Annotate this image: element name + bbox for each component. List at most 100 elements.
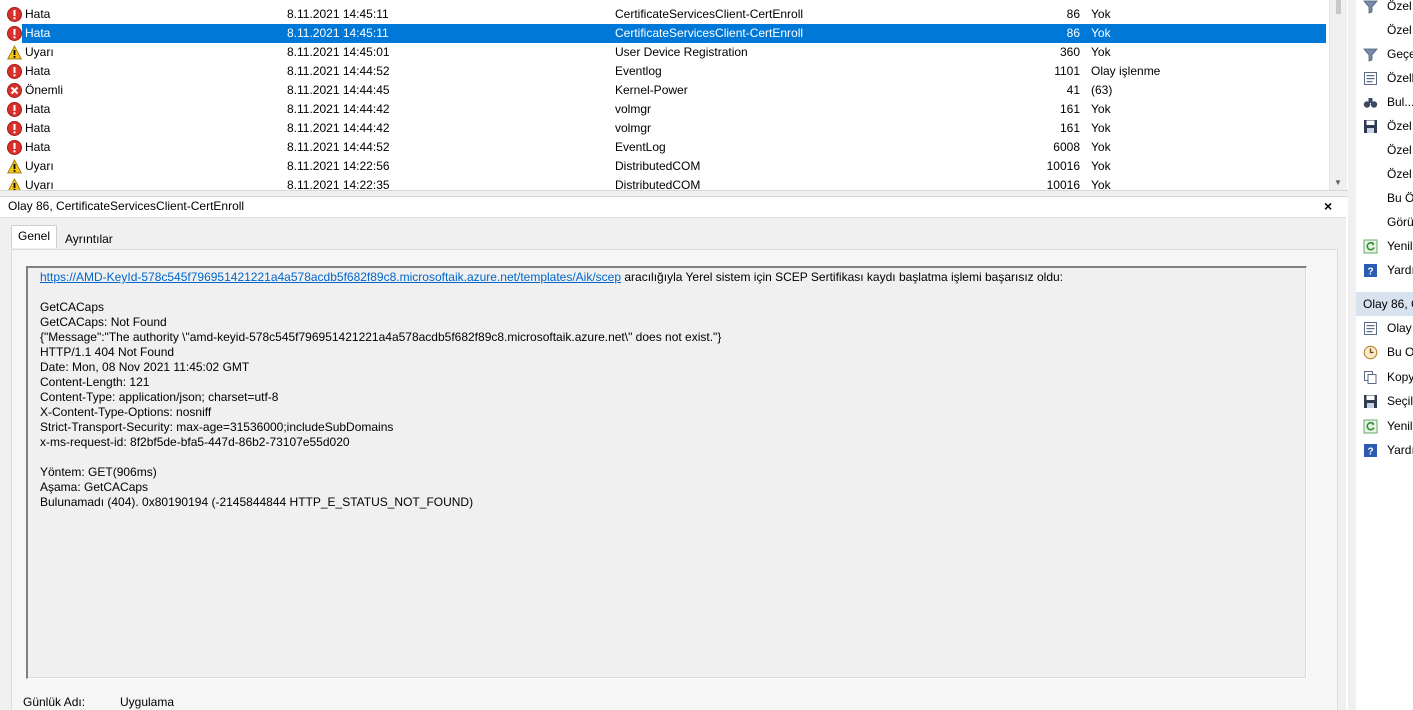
action-item[interactable]: Bu O — [1356, 340, 1413, 364]
event-row[interactable]: Önemli 8.11.2021 14:44:45 Kernel-Power 41 (6… — [0, 81, 1329, 100]
message-line: x-ms-request-id: 8f2bf5de-bfa5-447d-86b2… — [40, 435, 350, 449]
action-item[interactable]: ? Yardı — [1356, 258, 1413, 282]
event-date: 8.11.2021 14:22:56 — [287, 159, 390, 173]
properties-icon — [1363, 70, 1378, 85]
event-detail-header: Olay 86, CertificateServicesClient-CertE… — [0, 197, 1346, 216]
event-id: 6008 — [1053, 140, 1080, 154]
event-message-box[interactable]: https://AMD-KeyId-578c545f796951421221a4… — [26, 266, 1307, 679]
action-label: Geçe — [1387, 47, 1413, 61]
action-item[interactable]: Özel — [1356, 0, 1413, 18]
event-id: 86 — [1066, 26, 1080, 40]
message-first-line-text: aracılığıyla Yerel sistem için SCEP Sert… — [621, 270, 1064, 284]
action-item[interactable]: Görü — [1356, 210, 1413, 234]
event-date: 8.11.2021 14:44:42 — [287, 102, 390, 116]
event-row[interactable]: Hata 8.11.2021 14:45:11 CertificateService… — [0, 24, 1329, 43]
close-icon[interactable]: × — [1324, 197, 1332, 216]
action-item[interactable]: ? Yardı — [1356, 438, 1413, 462]
event-row[interactable]: Hata 8.11.2021 14:44:42 volmgr 161 Yok — [0, 100, 1329, 119]
main-area: Hata 8.11.2021 14:45:11 CertificateService… — [0, 0, 1348, 710]
action-item[interactable]: Olay — [1356, 316, 1413, 340]
message-line: GetCACaps — [40, 300, 105, 314]
action-label: Özel — [1387, 143, 1412, 157]
action-item[interactable]: Seçil — [1356, 389, 1413, 413]
refresh-icon — [1363, 238, 1378, 254]
event-row[interactable]: Hata 8.11.2021 14:45:11 CertificateService… — [0, 5, 1329, 24]
event-row[interactable]: Hata 8.11.2021 14:44:52 Eventlog 1101 Olay i… — [0, 62, 1329, 81]
scroll-down-arrow-icon[interactable]: ▼ — [1334, 178, 1342, 187]
event-id: 41 — [1066, 83, 1080, 97]
event-task-category: Yok — [1091, 26, 1111, 40]
error-icon — [7, 140, 22, 155]
message-line: HTTP/1.1 404 Not Found — [40, 345, 175, 359]
event-id: 1101 — [1054, 64, 1080, 78]
action-label: Özell — [1387, 71, 1413, 85]
tab-general[interactable]: Genel — [11, 225, 58, 248]
action-label: Yenil — [1387, 239, 1413, 253]
event-row[interactable]: Uyarı 8.11.2021 14:45:01 User Device Regis… — [0, 43, 1329, 62]
action-item[interactable]: Bu Ö — [1356, 186, 1413, 210]
event-level: Uyarı — [25, 159, 54, 173]
event-date: 8.11.2021 14:45:11 — [287, 7, 389, 21]
event-id: 86 — [1066, 7, 1080, 21]
error-icon — [7, 64, 22, 79]
scep-url-link[interactable]: https://AMD-KeyId-578c545f796951421221a4… — [40, 270, 621, 284]
message-line: Date: Mon, 08 Nov 2021 11:45:02 GMT — [40, 360, 250, 374]
binoculars-icon — [1363, 94, 1378, 109]
actions-section-event[interactable]: Olay 86, C — [1356, 292, 1413, 316]
log-name-row: Günlük Adı: Uygulama — [23, 695, 174, 709]
action-item[interactable]: Özel — [1356, 138, 1413, 162]
event-list-scrollbar[interactable]: ▼ — [1329, 0, 1347, 190]
svg-text:?: ? — [1367, 267, 1373, 278]
action-item[interactable]: Kopy — [1356, 365, 1413, 389]
action-label: Özel — [1387, 119, 1412, 133]
action-label: Bu Ö — [1387, 191, 1413, 205]
action-label: Bul... — [1387, 95, 1413, 109]
task-icon — [1363, 344, 1378, 360]
action-label: Yardı — [1387, 263, 1413, 277]
event-row[interactable]: Hata 8.11.2021 14:44:52 EventLog 6008 Yok — [0, 138, 1329, 157]
event-id: 161 — [1059, 102, 1080, 116]
filter-icon — [1363, 46, 1378, 62]
action-item[interactable]: Geçe — [1356, 42, 1413, 66]
event-source: DistributedCOM — [615, 159, 701, 173]
action-item[interactable]: Yenil — [1356, 234, 1413, 258]
scrollbar-thumb[interactable] — [1336, 0, 1341, 14]
event-level: Uyarı — [25, 178, 54, 190]
action-label: Yardı — [1387, 443, 1413, 457]
action-label: Kopy — [1387, 369, 1413, 384]
error-icon — [7, 102, 22, 117]
event-source: User Device Registration — [615, 45, 748, 59]
event-id: 161 — [1059, 121, 1080, 135]
event-task-category: Olay işlenme — [1091, 64, 1161, 78]
event-level: Hata — [25, 121, 51, 135]
event-task-category: Yok — [1091, 121, 1111, 135]
action-label: Özel — [1387, 0, 1412, 13]
event-row[interactable]: Hata 8.11.2021 14:44:42 volmgr 161 Yok — [0, 119, 1329, 138]
action-item[interactable]: Yenil — [1356, 414, 1413, 438]
event-row[interactable]: Uyarı 8.11.2021 14:22:56 DistributedCOM 100… — [0, 157, 1329, 176]
pane-splitter[interactable] — [0, 190, 1348, 197]
action-item[interactable]: Özel — [1356, 114, 1413, 138]
action-item[interactable]: Özel — [1356, 18, 1413, 42]
event-row[interactable]: Uyarı 8.11.2021 14:22:35 DistributedCOM 100… — [0, 176, 1329, 190]
error-icon — [7, 7, 22, 22]
event-detail-title: Olay 86, CertificateServicesClient-CertE… — [8, 199, 245, 213]
action-item[interactable]: Özel — [1356, 162, 1413, 186]
save-icon — [1363, 118, 1378, 133]
action-item[interactable]: Özell — [1356, 66, 1413, 90]
event-source: EventLog — [615, 140, 666, 154]
event-date: 8.11.2021 14:44:45 — [287, 83, 390, 97]
message-line: Content-Length: 121 — [40, 375, 150, 389]
action-item[interactable]: Bul... — [1356, 90, 1413, 114]
warning-icon — [7, 178, 22, 190]
warning-icon — [7, 45, 22, 60]
event-source: Eventlog — [615, 64, 662, 78]
event-id: 10016 — [1046, 159, 1080, 173]
event-task-category: Yok — [1091, 102, 1111, 116]
event-list[interactable]: Hata 8.11.2021 14:45:11 CertificateService… — [0, 0, 1329, 190]
tab-details[interactable]: Ayrıntılar — [60, 229, 118, 249]
event-task-category: (63) — [1091, 83, 1113, 97]
event-date: 8.11.2021 14:45:01 — [287, 45, 390, 59]
event-task-category: Yok — [1091, 45, 1111, 59]
message-first-line: https://AMD-KeyId-578c545f796951421221a4… — [40, 270, 1063, 285]
